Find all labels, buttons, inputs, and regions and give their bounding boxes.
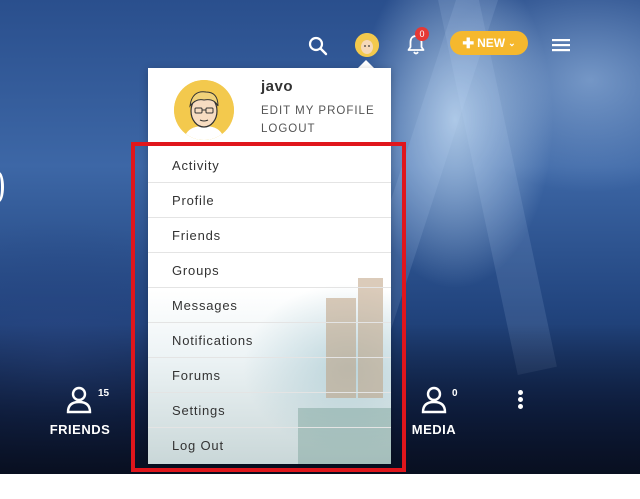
chevron-down-icon: ⌄ <box>508 37 516 48</box>
profile-avatar[interactable] <box>174 80 234 140</box>
new-button-label: NEW <box>477 36 506 50</box>
media-count: 0 <box>452 388 458 399</box>
profile-username: javo <box>261 78 294 95</box>
dropdown-menu-list: Activity Profile Friends Groups Messages… <box>148 148 391 463</box>
user-avatar-icon <box>355 33 379 57</box>
menu-item-forums[interactable]: Forums <box>148 358 391 393</box>
dot <box>517 404 523 409</box>
menu-item-friends[interactable]: Friends <box>148 218 391 253</box>
menu-item-activity[interactable]: Activity <box>148 148 391 183</box>
menu-item-groups[interactable]: Groups <box>148 253 391 288</box>
more-options-button[interactable] <box>513 388 527 414</box>
menu-item-settings[interactable]: Settings <box>148 393 391 428</box>
user-icon <box>421 386 447 414</box>
menu-item-notifications[interactable]: Notifications <box>148 323 391 358</box>
friends-count: 15 <box>98 388 110 399</box>
search-button[interactable] <box>306 34 330 58</box>
menu-item-messages[interactable]: Messages <box>148 288 391 323</box>
user-avatar-icon <box>174 80 234 140</box>
friends-label: FRIENDS <box>49 422 111 437</box>
user-icon <box>66 386 92 414</box>
search-icon <box>308 36 328 56</box>
user-dropdown-menu: javo EDIT MY PROFILE LOGOUT Activity Pro… <box>148 68 391 464</box>
page-bottom-strip <box>0 474 640 499</box>
plus-icon: ✚ <box>462 35 475 51</box>
media-label: MEDIA <box>411 422 457 437</box>
edit-profile-link[interactable]: EDIT MY PROFILE <box>261 105 375 117</box>
user-avatar-button[interactable] <box>355 33 379 57</box>
dot <box>517 390 523 395</box>
menu-item-profile[interactable]: Profile <box>148 183 391 218</box>
main-menu-button[interactable] <box>549 33 573 57</box>
friends-stat[interactable]: 15 FRIENDS <box>48 386 112 437</box>
notification-count-badge: 0 <box>415 27 429 41</box>
dropdown-pointer <box>358 60 374 68</box>
media-stat[interactable]: 0 MEDIA <box>406 386 462 437</box>
hamburger-icon <box>552 39 570 52</box>
dot <box>517 397 523 402</box>
logout-link[interactable]: LOGOUT <box>261 123 316 135</box>
menu-item-log-out[interactable]: Log Out <box>148 428 391 463</box>
new-button[interactable]: ✚ NEW ⌄ <box>450 31 528 55</box>
